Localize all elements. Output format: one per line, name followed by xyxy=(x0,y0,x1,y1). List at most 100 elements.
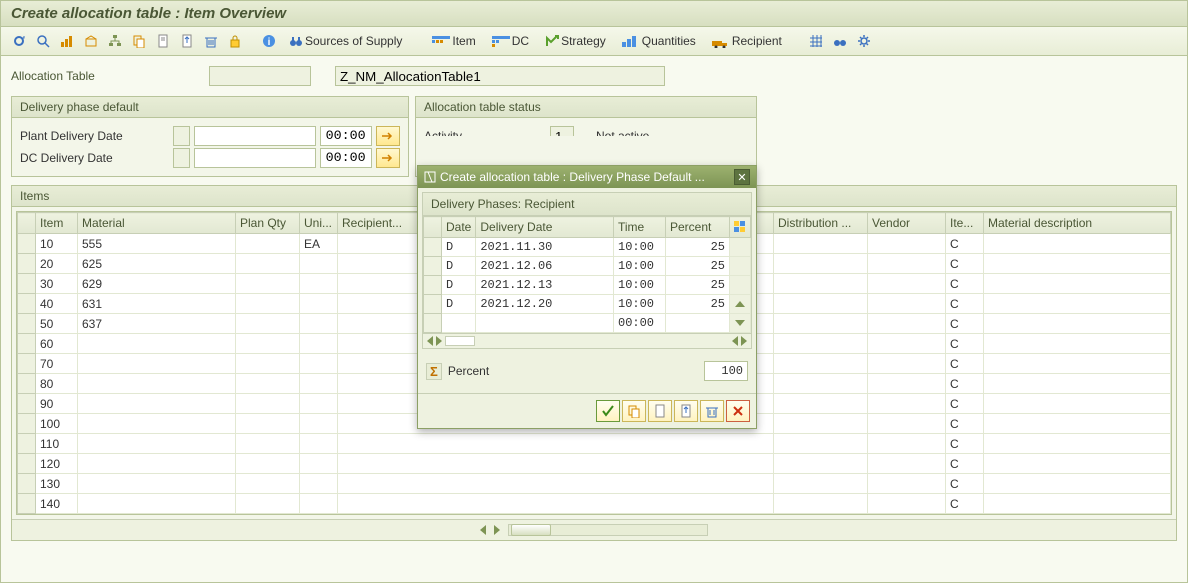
dialog-table-row[interactable]: D2021.12.0610:0025 xyxy=(424,257,751,276)
plant-time-input[interactable] xyxy=(320,126,372,146)
items-column-header[interactable]: Material xyxy=(78,213,236,234)
dialog-copy-button[interactable] xyxy=(622,400,646,422)
allocation-table-desc-input[interactable] xyxy=(335,66,665,86)
dialog-scroll-left-icon[interactable] xyxy=(427,336,433,346)
activity-code-input[interactable] xyxy=(550,126,574,136)
info-icon[interactable]: i xyxy=(259,31,279,51)
dialog-table-row[interactable]: D2021.11.3010:0025 xyxy=(424,238,751,257)
recipient-button[interactable]: Recipient xyxy=(706,32,788,50)
bar-chart-icon[interactable] xyxy=(57,31,77,51)
dialog-column-header[interactable]: Date xyxy=(442,217,476,238)
status-panel-title: Allocation table status xyxy=(416,97,756,118)
delivery-panel-title: Delivery phase default xyxy=(12,97,408,118)
binoculars-icon[interactable] xyxy=(830,31,850,51)
grid-icon[interactable] xyxy=(806,31,826,51)
dialog-new-button[interactable] xyxy=(648,400,672,422)
dc-time-input[interactable] xyxy=(320,148,372,168)
dialog-column-header[interactable]: Delivery Date xyxy=(476,217,614,238)
dc-icon xyxy=(492,34,510,48)
items-column-header[interactable]: Vendor xyxy=(868,213,946,234)
dialog-column-header[interactable]: Time xyxy=(614,217,666,238)
quantities-button[interactable]: Quantities xyxy=(616,32,702,50)
item-icon xyxy=(432,34,450,48)
table-row[interactable]: 140C xyxy=(18,494,1171,514)
dc-date-details-button[interactable] xyxy=(376,148,400,168)
page-title: Create allocation table : Item Overview xyxy=(1,1,1187,27)
item-label: Item xyxy=(452,34,475,48)
percent-label: Percent xyxy=(448,364,489,378)
strategy-icon xyxy=(545,34,559,48)
delivery-phase-default-panel: Delivery phase default Plant Delivery Da… xyxy=(11,96,409,177)
dialog-column-header[interactable] xyxy=(424,217,442,238)
dialog-icon xyxy=(424,171,436,183)
allocation-table-input[interactable] xyxy=(209,66,311,86)
plant-date-input[interactable] xyxy=(194,126,315,146)
items-column-header[interactable]: Plan Qty xyxy=(236,213,300,234)
dialog-scroll-down-icon[interactable] xyxy=(735,320,745,326)
items-column-header[interactable]: Distribution ... xyxy=(774,213,868,234)
dialog-delete-button[interactable] xyxy=(700,400,724,422)
delivery-phases-table[interactable]: DateDelivery DateTimePercent D2021.11.30… xyxy=(423,216,751,333)
plant-date-details-button[interactable] xyxy=(376,126,400,146)
item-button[interactable]: Item xyxy=(426,32,481,50)
dialog-table-config-button[interactable] xyxy=(730,217,751,238)
svg-text:i: i xyxy=(268,37,271,48)
find-icon[interactable] xyxy=(33,31,53,51)
dialog-scroll-right2-icon[interactable] xyxy=(741,336,747,346)
delete-icon[interactable] xyxy=(201,31,221,51)
export-icon[interactable] xyxy=(177,31,197,51)
strategy-label: Strategy xyxy=(561,34,606,48)
items-column-header[interactable]: Ite... xyxy=(946,213,984,234)
items-scrollbar[interactable] xyxy=(508,524,708,536)
dialog-scroll-left2-icon[interactable] xyxy=(732,336,738,346)
plant-delivery-date-label: Plant Delivery Date xyxy=(20,129,169,143)
dialog-column-header[interactable]: Percent xyxy=(666,217,730,238)
dc-delivery-date-label: DC Delivery Date xyxy=(20,151,169,165)
toolbar: i Sources of Supply Item DC Strategy Qua… xyxy=(1,27,1187,56)
plant-date-help-button[interactable] xyxy=(173,126,190,146)
items-column-header[interactable]: Item xyxy=(36,213,78,234)
quantities-label: Quantities xyxy=(642,34,696,48)
stock-icon[interactable] xyxy=(81,31,101,51)
binoculars-icon xyxy=(289,34,303,48)
table-row[interactable]: 120C xyxy=(18,454,1171,474)
table-row[interactable]: 110C xyxy=(18,434,1171,454)
sources-of-supply-button[interactable]: Sources of Supply xyxy=(283,32,408,50)
dc-button[interactable]: DC xyxy=(486,32,535,50)
strategy-button[interactable]: Strategy xyxy=(539,32,612,50)
settings-icon[interactable] xyxy=(854,31,874,51)
sigma-icon: Σ xyxy=(426,363,442,380)
recipient-icon xyxy=(712,34,730,48)
items-column-header[interactable]: Material description xyxy=(984,213,1171,234)
table-row[interactable]: 130C xyxy=(18,474,1171,494)
dialog-scroll-right-icon[interactable] xyxy=(436,336,442,346)
delivery-phase-dialog: Create allocation table : Delivery Phase… xyxy=(417,165,757,429)
recipient-label: Recipient xyxy=(732,34,782,48)
dialog-scroll-up-icon[interactable] xyxy=(735,301,745,307)
refresh-icon[interactable] xyxy=(9,31,29,51)
dc-date-input[interactable] xyxy=(194,148,315,168)
dialog-cancel-button[interactable] xyxy=(726,400,750,422)
items-scroll-right-icon[interactable] xyxy=(494,525,500,535)
dialog-accept-button[interactable] xyxy=(596,400,620,422)
activity-label: Activity xyxy=(424,129,542,136)
copy-icon[interactable] xyxy=(129,31,149,51)
hierarchy-icon[interactable] xyxy=(105,31,125,51)
items-scroll-left-icon[interactable] xyxy=(480,525,486,535)
items-column-header[interactable]: Uni... xyxy=(300,213,338,234)
items-column-header[interactable] xyxy=(18,213,36,234)
dialog-title-text: Create allocation table : Delivery Phase… xyxy=(440,170,705,184)
dialog-table-row[interactable]: D2021.12.2010:0025 xyxy=(424,295,751,314)
document-icon[interactable] xyxy=(153,31,173,51)
dialog-subtitle: Delivery Phases: Recipient xyxy=(422,192,752,215)
dialog-scroll-thumb[interactable] xyxy=(445,336,475,346)
activity-text: Not active xyxy=(596,129,649,136)
dialog-close-button[interactable]: ✕ xyxy=(734,169,750,185)
dc-date-help-button[interactable] xyxy=(173,148,190,168)
dialog-table-row[interactable]: D2021.12.1310:0025 xyxy=(424,276,751,295)
dialog-table-row[interactable]: 00:00 xyxy=(424,314,751,333)
lock-icon[interactable] xyxy=(225,31,245,51)
dc-label: DC xyxy=(512,34,529,48)
dialog-append-button[interactable] xyxy=(674,400,698,422)
percent-total: 100 xyxy=(704,361,748,381)
